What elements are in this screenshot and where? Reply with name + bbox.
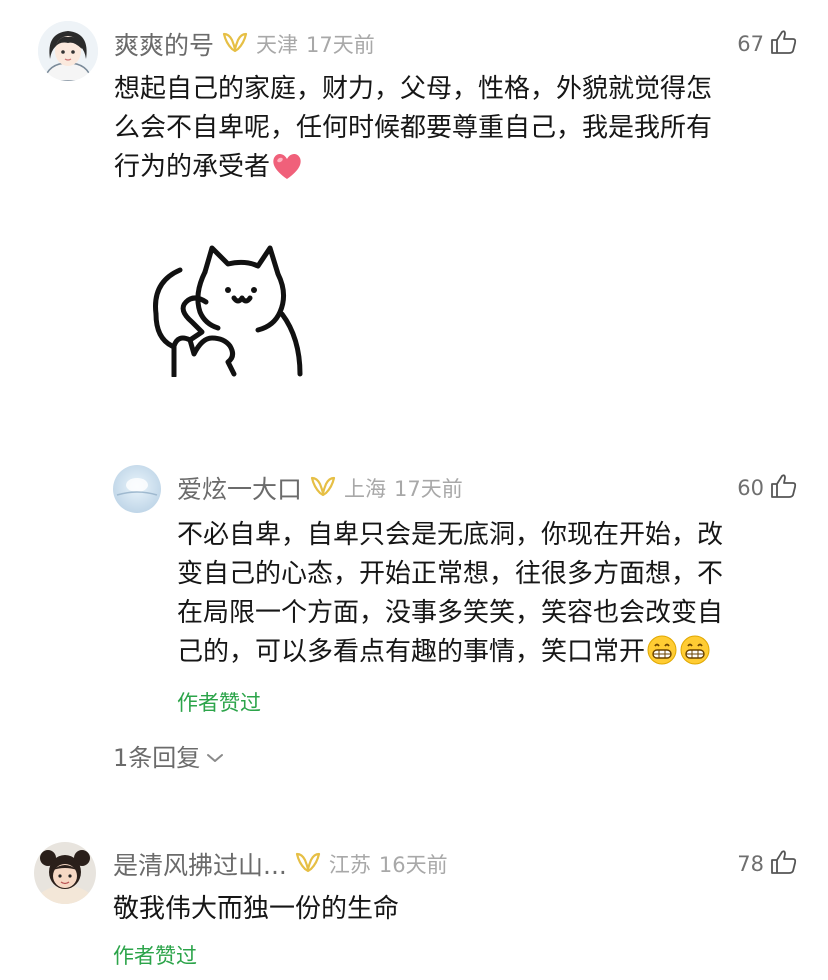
comment-line: 在局限一个方面，没事多笑笑，笑容也会改变自 [177,598,724,628]
avatar-user-2[interactable] [113,465,161,513]
comment-time: 17天前 [394,477,463,501]
grin-emoji [679,634,711,678]
username[interactable]: 是清风拂过山... [113,846,287,882]
member-badge-icon [295,851,321,877]
replies-count-label: 1条回复 [113,744,201,772]
comment-3-header: 是清风拂过山... 江苏 16天前 [113,844,448,884]
comment-location: 天津 [256,33,299,57]
comment-text: 想起自己的家庭，财力，父母，性格，外貌就觉得怎 么会不自卑呢，任何时候都要尊重自… [114,70,794,193]
comment-text: 敬我伟大而独一份的生命 [113,890,793,929]
like-count: 78 [737,852,764,876]
comment-line: 不必自卑，自卑只会是无底洞，你现在开始，改 [177,520,724,550]
comment-line: 变自己的心态，开始正常想，往很多方面想，不 [177,559,724,589]
heart-emoji [271,151,303,193]
grin-emoji [646,634,678,678]
thumbs-up-icon [770,29,798,59]
author-liked-tag: 作者赞过 [113,944,197,968]
chevron-down-icon [206,742,224,770]
comment-line-text: 己的，可以多看点有趣的事情，笑口常开 [177,637,646,667]
comment-1-header: 爽爽的号 天津 17天前 [114,24,375,64]
comment-text: 不必自卑，自卑只会是无底洞，你现在开始，改 变自己的心态，开始正常想，往很多方面… [177,516,797,678]
member-badge-icon [222,31,248,57]
comment-line: 想起自己的家庭，财力，父母，性格，外貌就觉得怎 [114,74,713,104]
view-replies-button[interactable]: 1条回复 [113,738,224,773]
like-count: 60 [737,476,764,500]
like-button[interactable]: 60 [737,468,798,508]
comment-location: 江苏 [328,853,371,877]
comment-line: 么会不自卑呢，任何时候都要尊重自己，我是我所有 [114,113,713,143]
thumbs-up-icon [770,473,798,503]
username[interactable]: 爱炫一大口 [177,470,302,506]
comment-time: 16天前 [378,853,448,877]
author-liked-tag: 作者赞过 [177,691,261,715]
cat-thumbs-up-sticker[interactable] [150,242,310,379]
comment-line: 敬我伟大而独一份的生命 [113,894,400,924]
comment-2-header: 爱炫一大口 上海 17天前 [177,468,463,508]
thumbs-up-icon [770,849,798,879]
avatar-user-3[interactable] [34,842,96,904]
comment-line-text: 行为的承受者 [114,152,271,182]
like-button[interactable]: 67 [737,24,798,64]
member-badge-icon [310,475,336,501]
comment-time: 17天前 [306,33,375,57]
username[interactable]: 爽爽的号 [114,26,214,62]
avatar-user-1[interactable] [38,21,98,81]
like-button[interactable]: 78 [737,844,798,884]
comment-line: 行为的承受者 [114,148,794,193]
comment-line: 己的，可以多看点有趣的事情，笑口常开 [177,633,797,678]
like-count: 67 [737,32,764,56]
comment-location: 上海 [344,477,387,501]
